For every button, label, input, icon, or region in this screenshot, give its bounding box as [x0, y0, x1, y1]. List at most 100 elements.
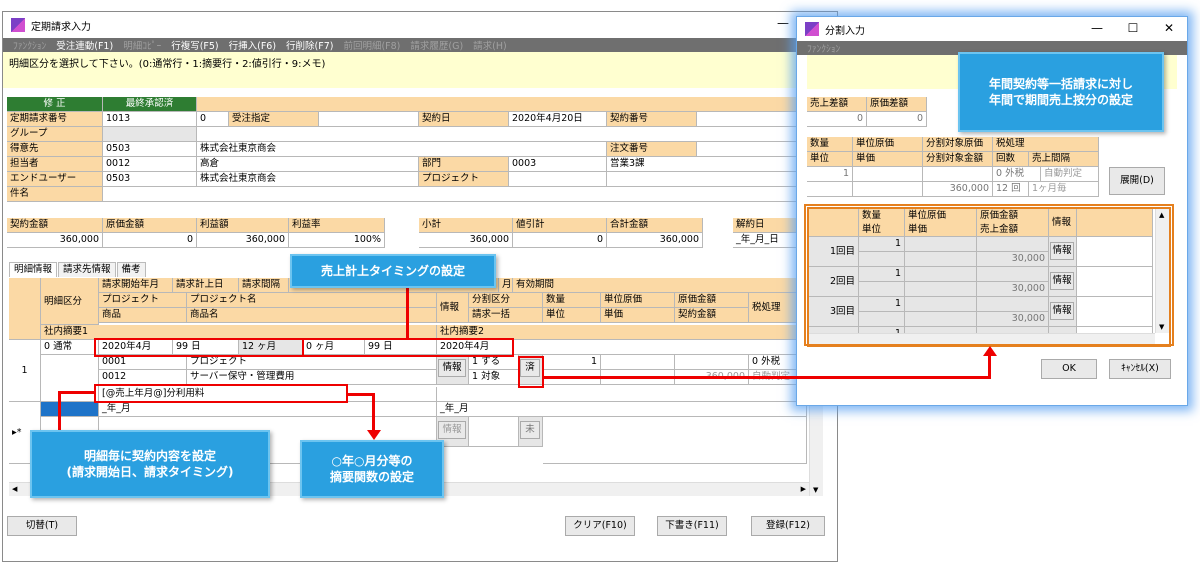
shokei-value: 360,000 — [419, 233, 513, 248]
row1-blank — [41, 355, 99, 402]
sub-bunkatsu-kin-label: 分割対象金額 — [923, 152, 993, 167]
row1-bun2-value: 1 — [472, 371, 479, 382]
row2-ym[interactable]: _年_月 — [99, 402, 437, 417]
main-titlebar: 定期請求入力 — ☐ — [3, 12, 837, 38]
kirikae-button[interactable]: 切替(T) — [7, 516, 77, 536]
shitagaki-button[interactable]: 下書き(F11) — [657, 516, 727, 536]
menu-item-6[interactable]: 前回明細(F8) — [343, 38, 400, 52]
shokei-label: 小計 — [419, 218, 513, 233]
grid-h-keijo: 請求計上日 — [173, 278, 239, 293]
row1-ikkatsu[interactable]: 1 対象 — [469, 370, 519, 385]
group-name — [197, 127, 827, 142]
row1-no: 1 — [9, 340, 41, 402]
juchu-label: 受注指定 — [229, 112, 319, 127]
project-name — [607, 172, 827, 187]
menu-item-0[interactable]: ﾌｧﾝｸｼｮﾝ — [13, 38, 46, 52]
scroll-left-icon[interactable]: ◀ — [12, 485, 17, 493]
sub-kankaku-label: 売上間隔 — [1029, 152, 1099, 167]
sub-tani-label: 単位 — [807, 152, 853, 167]
sub-genka-label: 原価差額 — [867, 97, 927, 112]
grid-shohin-name: 商品名 — [187, 308, 437, 323]
chumon-label: 注文番号 — [607, 142, 697, 157]
nebiki-label: 値引計 — [513, 218, 607, 233]
menu-item-7[interactable]: 請求履歴(G) — [410, 38, 463, 52]
menu-item-1[interactable]: 受注連動(F1) — [56, 38, 113, 52]
grid-project-name: プロジェクト名 — [187, 293, 437, 308]
sub-tanka-label: 単価 — [853, 152, 923, 167]
menu-item-2[interactable]: 明細ｺﾋﾟｰ — [123, 38, 161, 52]
keiyakubi-value[interactable]: 2020年4月20日 — [509, 112, 607, 127]
menu-item-4[interactable]: 行挿入(F6) — [229, 38, 276, 52]
scroll-right-icon[interactable]: ▶ — [801, 485, 806, 493]
nebiki-value: 0 — [513, 233, 607, 248]
sub-tanka-genka-v — [853, 167, 923, 182]
sub-suryo-label: 数量 — [807, 137, 853, 152]
status-approved: 最終承認済 — [103, 97, 197, 112]
cancel-button[interactable]: ｷｬﾝｾﾙ(X) — [1109, 359, 1171, 379]
gokei-value: 360,000 — [607, 233, 703, 248]
highlight-sumi — [518, 356, 544, 388]
line-tekiyo-h — [346, 393, 374, 396]
ok-button[interactable]: OK — [1041, 359, 1097, 379]
grid-keiyaku-kin: 契約金額 — [675, 308, 749, 323]
keiyakubi-label: 契約日 — [419, 112, 509, 127]
menu-item-5[interactable]: 行削除(F7) — [286, 38, 333, 52]
grid-meisai-kubun: 明細区分 — [41, 278, 99, 325]
sub-bunkatsu-genka-v — [923, 167, 993, 182]
sub-kaisu-value: 12 — [996, 183, 1009, 194]
tab-seikyusaki[interactable]: 請求先情報 — [58, 262, 116, 277]
callout-timing: 売上計上タイミングの設定 — [290, 254, 496, 288]
tenkai-button[interactable]: 展開(D) — [1109, 167, 1165, 195]
line-sumi-v — [988, 354, 991, 379]
grid-project: プロジェクト — [99, 293, 187, 308]
row1-kbn[interactable]: 0 通常 — [41, 340, 99, 355]
sub-zei-label: 税処理 — [993, 137, 1099, 152]
menu-item-3[interactable]: 行複写(F5) — [171, 38, 218, 52]
grid-corner — [9, 278, 41, 340]
row2-ym2[interactable]: _年_月 — [437, 402, 807, 417]
tab-biko[interactable]: 備考 — [116, 262, 146, 277]
row2-mi-button[interactable]: 未 — [520, 421, 540, 439]
bumon-label: 部門 — [419, 157, 509, 172]
menu-item-8[interactable]: 請求(H) — [473, 38, 507, 52]
row2-joho-button[interactable]: 情報 — [438, 421, 466, 439]
grid-h-yuko: 有効期間 — [513, 278, 807, 293]
bumon-code[interactable]: 0003 — [509, 157, 607, 172]
grid-joho: 情報 — [437, 293, 469, 323]
row1-joho-button[interactable]: 情報 — [438, 359, 466, 377]
group-value[interactable] — [103, 127, 197, 142]
juchu-no[interactable]: 0 — [197, 112, 229, 127]
tanto-code[interactable]: 0012 — [103, 157, 197, 172]
row1-pj-cd[interactable]: 0001 — [99, 355, 187, 370]
row1-qty[interactable]: 1 — [543, 355, 601, 370]
tokui-label: 得意先 — [7, 142, 103, 157]
sub-maximize-icon[interactable]: ☐ — [1115, 21, 1151, 35]
row1-tanka-genka — [601, 355, 675, 370]
enduser-code[interactable]: 0503 — [103, 172, 197, 187]
project-code[interactable] — [509, 172, 607, 187]
sub-minimize-icon[interactable]: — — [1079, 21, 1115, 35]
teiki-value[interactable]: 1013 — [103, 112, 197, 127]
toroku-button[interactable]: 登録(F12) — [751, 516, 825, 536]
row1-bunkatsu[interactable]: 1 する — [469, 355, 519, 370]
tab-meisai[interactable]: 明細情報 — [9, 262, 58, 277]
kenmei-value[interactable] — [103, 187, 827, 202]
sub-close-icon[interactable]: ✕ — [1151, 21, 1187, 35]
keiyaku-no-label: 契約番号 — [607, 112, 697, 127]
tokui-code[interactable]: 0503 — [103, 142, 197, 157]
sub-menu-func[interactable]: ﾌｧﾝｸｼｮﾝ — [807, 41, 840, 55]
enduser-name: 株式会社東京商会 — [197, 172, 419, 187]
scroll-down-icon[interactable]: ▼ — [813, 486, 818, 494]
juchu-blank[interactable] — [319, 112, 419, 127]
grid-bunkatsu: 分割区分 — [469, 293, 543, 308]
sub-zei-auto: 自動判定 — [1041, 167, 1099, 182]
genka-kin-label: 原価金額 — [103, 218, 197, 233]
sub-zei-value: 0 外税 — [993, 167, 1041, 182]
row2-bun — [469, 417, 519, 447]
row2-kbn[interactable] — [41, 402, 99, 417]
grid-shohin: 商品 — [99, 308, 187, 323]
row1-zei-label: 外税 — [761, 356, 781, 367]
row1-item-cd[interactable]: 0012 — [99, 370, 187, 385]
clear-button[interactable]: クリア(F10) — [565, 516, 635, 536]
grid-tani: 単位 — [543, 308, 601, 323]
